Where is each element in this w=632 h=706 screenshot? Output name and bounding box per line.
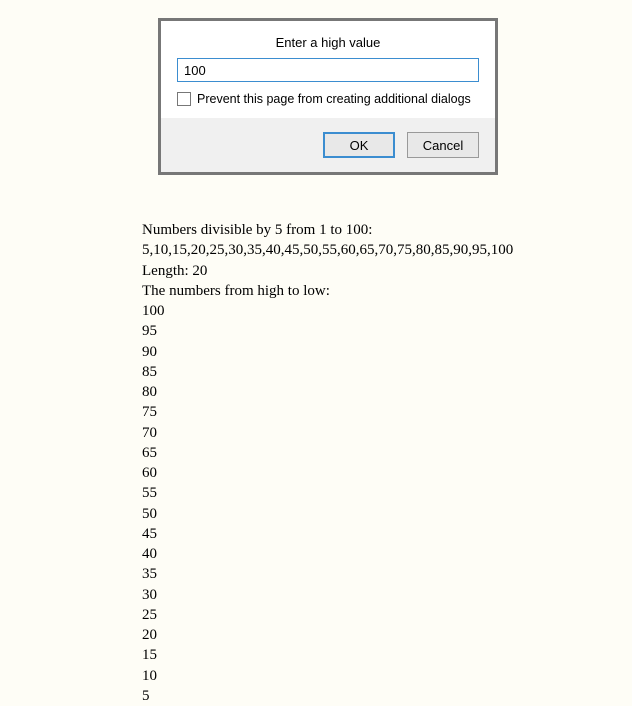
dialog-title: Enter a high value xyxy=(177,35,479,50)
dialog-button-bar: OK Cancel xyxy=(161,118,495,172)
prevent-dialogs-checkbox[interactable] xyxy=(177,92,191,106)
prompt-dialog: Enter a high value Prevent this page fro… xyxy=(158,18,498,175)
prevent-dialogs-row[interactable]: Prevent this page from creating addition… xyxy=(177,92,479,106)
output-number-line: 20 xyxy=(142,625,513,645)
output-line: 5,10,15,20,25,30,35,40,45,50,55,60,65,70… xyxy=(142,240,513,260)
prevent-dialogs-label: Prevent this page from creating addition… xyxy=(197,92,471,106)
output-number-line: 25 xyxy=(142,605,513,625)
output-number-line: 45 xyxy=(142,524,513,544)
output-number-line: 85 xyxy=(142,362,513,382)
output-line: The numbers from high to low: xyxy=(142,281,513,301)
output-line: Numbers divisible by 5 from 1 to 100: xyxy=(142,220,513,240)
output-number-line: 80 xyxy=(142,382,513,402)
output-number-line: 15 xyxy=(142,645,513,665)
output-numbers-list: 1009590858075706560555045403530252015105 xyxy=(142,301,513,706)
output-number-line: 40 xyxy=(142,544,513,564)
cancel-button[interactable]: Cancel xyxy=(407,132,479,158)
output-line: Length: 20 xyxy=(142,261,513,281)
output-number-line: 10 xyxy=(142,666,513,686)
output-number-line: 100 xyxy=(142,301,513,321)
output-number-line: 50 xyxy=(142,504,513,524)
ok-button[interactable]: OK xyxy=(323,132,395,158)
output-number-line: 55 xyxy=(142,483,513,503)
dialog-content-area: Enter a high value Prevent this page fro… xyxy=(161,21,495,118)
output-number-line: 95 xyxy=(142,321,513,341)
output-number-line: 5 xyxy=(142,686,513,706)
output-number-line: 35 xyxy=(142,564,513,584)
output-number-line: 65 xyxy=(142,443,513,463)
output-number-line: 70 xyxy=(142,423,513,443)
console-output: Numbers divisible by 5 from 1 to 100: 5,… xyxy=(142,220,513,706)
output-number-line: 60 xyxy=(142,463,513,483)
output-number-line: 90 xyxy=(142,342,513,362)
output-number-line: 75 xyxy=(142,402,513,422)
output-number-line: 30 xyxy=(142,585,513,605)
high-value-input[interactable] xyxy=(177,58,479,82)
